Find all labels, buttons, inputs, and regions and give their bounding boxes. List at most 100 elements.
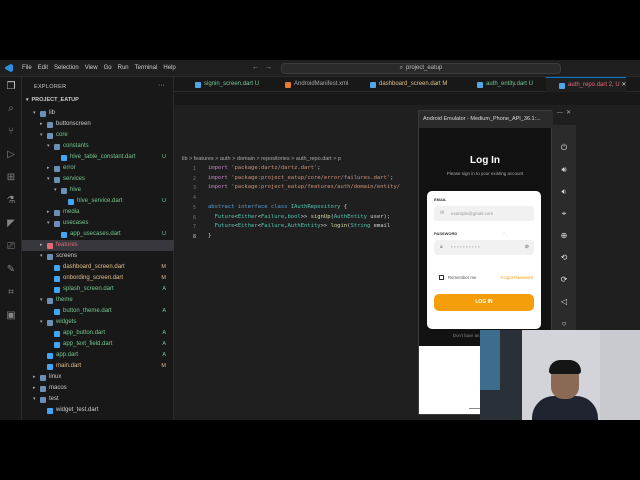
forgot-password-link[interactable]: Forgot Password <box>501 275 533 280</box>
tree-file[interactable]: widget_test.dart <box>22 405 174 416</box>
rotate-icon[interactable]: ⟲ <box>552 253 576 262</box>
dart-file-icon <box>54 308 60 315</box>
tree-item-label: widget_test.dart <box>56 407 99 413</box>
camera-icon[interactable]: ⌖ <box>552 209 576 219</box>
folder-icon <box>47 121 53 128</box>
close-icon[interactable]: ✕ <box>620 82 626 88</box>
tree-file[interactable]: app_text_field.dart A <box>22 339 174 350</box>
back-arrow-icon[interactable]: ← <box>252 64 265 71</box>
tree-item-label: features <box>56 242 78 248</box>
code-line[interactable]: import 'package:dartz/dartz.dart'; <box>208 165 321 171</box>
tree-folder[interactable]: ▾ hive <box>22 185 174 196</box>
scan-icon[interactable]: ⌗ <box>5 287 17 299</box>
tree-file[interactable]: hive_service.dart U <box>22 196 174 207</box>
dart-file-icon <box>477 82 483 88</box>
volume-up-icon[interactable]: 🔊︎ <box>552 165 576 175</box>
tree-folder[interactable]: ▾ services <box>22 174 174 185</box>
email-field[interactable]: ✉ example@gmail.com <box>434 206 534 221</box>
password-value: * * * * * * * * * * <box>451 245 480 250</box>
zoom-in-icon[interactable]: ⊕ <box>552 231 576 240</box>
code-line[interactable]: import 'package:project_eatup/features/a… <box>208 184 400 190</box>
editor-tab[interactable]: signin_screen.dart U <box>182 77 259 92</box>
extensions-icon[interactable]: ⊞ <box>5 172 17 184</box>
window-controls[interactable]: — ✕ <box>552 109 576 116</box>
tree-file[interactable]: button_theme.dart A <box>22 306 174 317</box>
tree-folder[interactable]: ▾ constants <box>22 141 174 152</box>
git-status-badge: U <box>162 198 166 204</box>
tree-folder[interactable]: ▾ theme <box>22 295 174 306</box>
command-center-search[interactable]: ⌕ project_eatup <box>281 63 561 74</box>
menu-run[interactable]: Run <box>118 65 129 72</box>
power-icon[interactable]: ⏻ <box>552 143 576 153</box>
tree-file[interactable]: app_button.dart A <box>22 328 174 339</box>
search-activity-icon[interactable]: ⌕ <box>5 103 17 115</box>
tree-folder[interactable]: ▸ macos <box>22 383 174 394</box>
code-line[interactable]: Future<Either<Failure,AuthEntity>> login… <box>208 223 391 229</box>
menu-file[interactable]: File <box>22 65 32 72</box>
password-field[interactable]: 🔒︎ * * * * * * * * * * ⊘ <box>434 240 534 255</box>
tree-folder[interactable]: ▾ test <box>22 394 174 405</box>
tree-file[interactable]: splash_screen.dart A <box>22 284 174 295</box>
menu-go[interactable]: Go <box>104 65 112 72</box>
terminal-icon[interactable]: ▣ <box>5 310 17 322</box>
tree-file[interactable]: app.dart A <box>22 350 174 361</box>
project-root[interactable]: ▾ PROJECT_EATUP <box>26 97 79 103</box>
menu-help[interactable]: Help <box>163 65 175 72</box>
tree-file[interactable]: hive_table_constant.dart U <box>22 152 174 163</box>
tree-folder[interactable]: ▸ media <box>22 207 174 218</box>
folder-icon <box>40 385 46 392</box>
tree-file[interactable]: dashboard_screen.dart M <box>22 262 174 273</box>
tree-folder[interactable]: ▾ core <box>22 130 174 141</box>
tree-folder[interactable]: ▾ screens <box>22 251 174 262</box>
tree-folder[interactable]: ▸ error <box>22 163 174 174</box>
tree-file[interactable]: onbording_screen.dart M <box>22 273 174 284</box>
run-debug-icon[interactable]: ▷ <box>5 149 17 161</box>
tab-label: auth_entity.dart U <box>486 81 533 87</box>
testing-icon[interactable]: ⚗ <box>5 195 17 207</box>
menu-selection[interactable]: Selection <box>54 65 79 72</box>
tree-folder[interactable]: ▾ lib <box>22 108 174 119</box>
breadcrumb[interactable]: lib > features > auth > domain > reposit… <box>182 156 341 162</box>
code-line[interactable]: Future<Either<Failure,bool>> signUp(Auth… <box>208 213 391 220</box>
editor-tab[interactable]: dashboard_screen.dart M <box>357 77 447 92</box>
login-button[interactable]: LOG IN <box>434 294 534 311</box>
back-icon[interactable]: ◁ <box>552 297 576 306</box>
menu-view[interactable]: View <box>85 65 98 72</box>
flutter-icon[interactable]: ◤ <box>5 218 17 230</box>
tree-item-label: theme <box>56 297 73 303</box>
code-line[interactable]: import 'package:project_eatup/core/error… <box>208 175 393 181</box>
source-control-icon[interactable]: ⑂ <box>5 126 17 138</box>
tree-folder[interactable]: ▾ widgets <box>22 317 174 328</box>
tree-file[interactable]: main.dart M <box>22 361 174 372</box>
tree-folder[interactable]: ▸ features <box>22 240 174 251</box>
remote-explorer-icon[interactable]: ⎚ <box>5 241 17 253</box>
git-status-badge: U <box>162 231 166 237</box>
menu-terminal[interactable]: Terminal <box>135 65 158 72</box>
volume-down-icon[interactable]: 🔉︎ <box>552 187 576 197</box>
tree-folder[interactable]: ▾ usecases <box>22 218 174 229</box>
tree-item-label: media <box>63 209 80 215</box>
pencil-icon[interactable]: ✎ <box>5 264 17 276</box>
code-line[interactable]: } <box>208 233 211 239</box>
remember-checkbox[interactable] <box>439 275 444 280</box>
tree-folder[interactable]: ▸ buttonscreen <box>22 119 174 130</box>
webcam-door <box>600 330 640 420</box>
code-line[interactable]: abstract interface class IAuthRepository… <box>208 204 347 210</box>
chevron-right-icon: ▸ <box>33 374 36 380</box>
tree-file[interactable]: app_usecases.dart U <box>22 229 174 240</box>
more-actions-icon[interactable]: ··· <box>158 82 165 89</box>
menu-edit[interactable]: Edit <box>38 65 48 72</box>
search-text: project_eatup <box>406 65 443 71</box>
tree-folder[interactable]: ▸ linux <box>22 372 174 383</box>
explorer-icon[interactable]: ❐ <box>5 81 17 93</box>
forward-arrow-icon[interactable]: → <box>265 64 278 71</box>
editor-tab[interactable]: AndroidManifest.xml <box>272 77 348 92</box>
code-token: Failure <box>261 213 285 220</box>
nav-arrows[interactable]: ←→ <box>252 64 278 71</box>
editor-tab[interactable]: auth_entity.dart U <box>464 77 533 92</box>
home-icon[interactable]: ○ <box>552 319 576 328</box>
folder-icon <box>47 242 53 249</box>
editor-tab[interactable]: auth_repo.dart 2, U ✕ <box>546 77 627 92</box>
rotate-right-icon[interactable]: ⟳ <box>552 275 576 284</box>
eye-off-icon[interactable]: ⊘ <box>525 240 529 255</box>
